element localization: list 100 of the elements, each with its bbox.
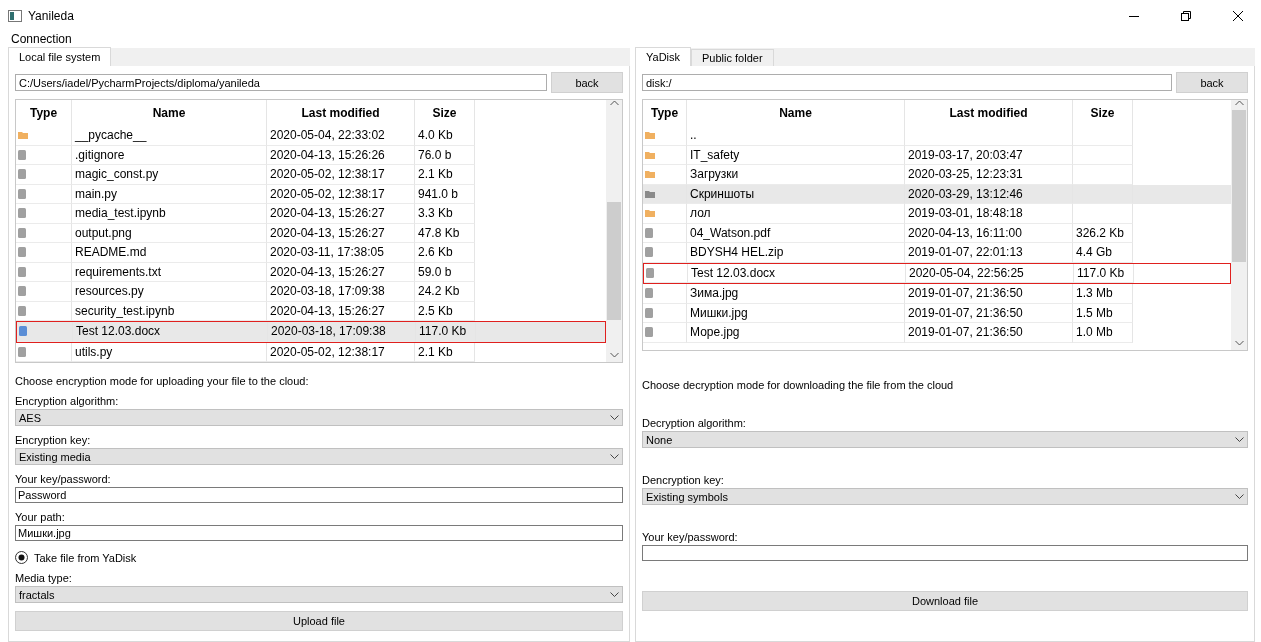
- file-row[interactable]: README.md 2020-03-11, 17:38:05 2.6 Kb: [16, 243, 606, 263]
- upload-button[interactable]: Upload file: [15, 611, 623, 631]
- size-cell: 2.6 Kb: [415, 243, 475, 263]
- name-cell: BDYSH4 HEL.zip: [687, 243, 905, 263]
- file-icon: [645, 327, 653, 338]
- scrollbar[interactable]: [1231, 100, 1247, 350]
- restore-icon: [1181, 11, 1191, 21]
- folder-icon: [18, 131, 28, 140]
- size-cell: 1.5 Mb: [1073, 303, 1133, 323]
- scroll-thumb[interactable]: [607, 202, 621, 320]
- scroll-up-icon[interactable]: [609, 100, 619, 106]
- close-icon: [1233, 11, 1243, 21]
- dropdown[interactable]: fractals: [15, 586, 623, 603]
- name-cell: Море.jpg: [687, 323, 905, 343]
- name-cell: Зима.jpg: [687, 284, 905, 304]
- file-row[interactable]: resources.py 2020-03-18, 17:09:38 24.2 Kb: [16, 282, 606, 302]
- tab[interactable]: Public folder: [691, 49, 774, 66]
- path-field[interactable]: disk:/: [642, 74, 1172, 91]
- chevron-down-icon: [1235, 437, 1244, 442]
- file-row[interactable]: __pycache__ 2020-05-04, 22:33:02 4.0 Kb: [16, 126, 606, 146]
- file-row[interactable]: utils.py 2020-05-02, 12:38:17 2.1 Kb: [16, 342, 606, 362]
- name-cell: magic_const.py: [72, 165, 267, 185]
- size-cell: 326.2 Kb: [1073, 223, 1133, 243]
- size-cell: 76.0 b: [415, 145, 475, 165]
- scroll-down-icon[interactable]: [1234, 340, 1244, 346]
- file-row[interactable]: IT_safety 2019-03-17, 20:03:47: [643, 145, 1231, 165]
- file-row[interactable]: Мишки.jpg 2019-01-07, 21:36:50 1.5 Mb: [643, 303, 1231, 323]
- download-button[interactable]: Download file: [642, 591, 1248, 611]
- name-cell: IT_safety: [687, 145, 905, 165]
- radio-button[interactable]: [15, 551, 28, 564]
- file-row[interactable]: security_test.ipynb 2020-04-13, 15:26:27 2.5 Kb: [16, 301, 606, 321]
- name-cell: Скриншоты: [687, 184, 905, 204]
- file-row[interactable]: .gitignore 2020-04-13, 15:26:26 76.0 b: [16, 145, 606, 165]
- field-label: Your key/password:: [642, 531, 739, 543]
- file-row[interactable]: 04_Watson.pdf 2020-04-13, 16:11:00 326.2 Kb: [643, 223, 1231, 243]
- field-label: Your key/password:: [15, 473, 112, 485]
- file-row[interactable]: Test 12.03.docx 2020-05-04, 22:56:25 117.0 Kb: [644, 263, 1230, 283]
- text-field[interactable]: Password: [15, 487, 623, 503]
- text-field[interactable]: Мишки.jpg: [15, 525, 623, 541]
- file-row[interactable]: лол 2019-03-01, 18:48:18: [643, 204, 1231, 224]
- file-row[interactable]: requirements.txt 2020-04-13, 15:26:27 59.0 b: [16, 262, 606, 282]
- column-header[interactable]: Size: [415, 100, 475, 126]
- modified-cell: 2020-05-02, 12:38:17: [267, 165, 415, 185]
- text-field[interactable]: [642, 545, 1248, 561]
- size-cell: 3.3 Kb: [415, 204, 475, 224]
- field-label: Media type:: [15, 572, 73, 584]
- modified-cell: 2020-03-11, 17:38:05: [267, 243, 415, 263]
- file-icon: [19, 326, 27, 337]
- name-cell: .gitignore: [72, 145, 267, 165]
- file-row[interactable]: Зима.jpg 2019-01-07, 21:36:50 1.3 Mb: [643, 284, 1231, 304]
- file-icon: [18, 266, 26, 277]
- column-header[interactable]: Type: [643, 100, 687, 126]
- file-row[interactable]: Test 12.03.docx 2020-03-18, 17:09:38 117.0 Kb: [17, 322, 605, 342]
- scrollbar[interactable]: [606, 100, 622, 362]
- file-icon: [645, 247, 653, 258]
- file-row[interactable]: media_test.ipynb 2020-04-13, 15:26:27 3.3 Kb: [16, 204, 606, 224]
- size-cell: 2.5 Kb: [415, 301, 475, 321]
- file-row[interactable]: output.png 2020-04-13, 15:26:27 47.8 Kb: [16, 223, 606, 243]
- file-row[interactable]: BDYSH4 HEL.zip 2019-01-07, 22:01:13 4.4 Gb: [643, 243, 1231, 263]
- file-row[interactable]: Море.jpg 2019-01-07, 21:36:50 1.0 Mb: [643, 323, 1231, 343]
- tab[interactable]: Local file system: [8, 47, 112, 66]
- size-cell: 24.2 Kb: [415, 282, 475, 302]
- path-field[interactable]: C:/Users/iadel/PycharmProjects/diploma/yanileda: [15, 74, 547, 91]
- column-header[interactable]: Type: [16, 100, 72, 126]
- scroll-down-icon[interactable]: [609, 352, 619, 358]
- size-cell: 4.4 Gb: [1073, 243, 1133, 263]
- dropdown[interactable]: Existing media: [15, 448, 623, 465]
- file-row[interactable]: Загрузки 2020-03-25, 12:23:31: [643, 165, 1231, 185]
- name-cell: main.py: [72, 184, 267, 204]
- dropdown[interactable]: None: [642, 431, 1248, 448]
- name-cell: Загрузки: [687, 165, 905, 185]
- column-header[interactable]: Last modified: [267, 100, 415, 126]
- chevron-down-icon: [610, 454, 619, 459]
- back-button[interactable]: back: [551, 72, 623, 93]
- file-row[interactable]: Скриншоты 2020-03-29, 13:12:46: [643, 184, 1231, 204]
- scroll-up-icon[interactable]: [1234, 100, 1244, 106]
- size-cell: 2.1 Kb: [415, 165, 475, 185]
- column-header[interactable]: Name: [72, 100, 267, 126]
- menu-item[interactable]: Connection: [11, 32, 72, 46]
- field-label: Dencryption key:: [642, 474, 725, 486]
- file-row[interactable]: magic_const.py 2020-05-02, 12:38:17 2.1 Kb: [16, 165, 606, 185]
- minimize-icon: [1129, 15, 1139, 17]
- scroll-thumb[interactable]: [1232, 110, 1246, 262]
- file-icon: [18, 305, 26, 316]
- column-header[interactable]: Last modified: [905, 100, 1073, 126]
- column-header[interactable]: Size: [1073, 100, 1133, 126]
- modified-cell: 2020-04-13, 15:26:26: [267, 145, 415, 165]
- file-row[interactable]: ..: [643, 126, 1231, 146]
- tab[interactable]: YaDisk: [635, 47, 692, 66]
- dropdown[interactable]: AES: [15, 409, 623, 426]
- name-cell: output.png: [72, 223, 267, 243]
- name-cell: utils.py: [72, 342, 267, 362]
- column-header[interactable]: Name: [687, 100, 905, 126]
- size-cell: 4.0 Kb: [415, 126, 475, 146]
- file-row[interactable]: main.py 2020-05-02, 12:38:17 941.0 b: [16, 184, 606, 204]
- file-icon: [645, 288, 653, 299]
- file-icon: [18, 227, 26, 238]
- file-icon: [18, 346, 26, 357]
- dropdown[interactable]: Existing symbols: [642, 488, 1248, 505]
- back-button[interactable]: back: [1176, 72, 1248, 93]
